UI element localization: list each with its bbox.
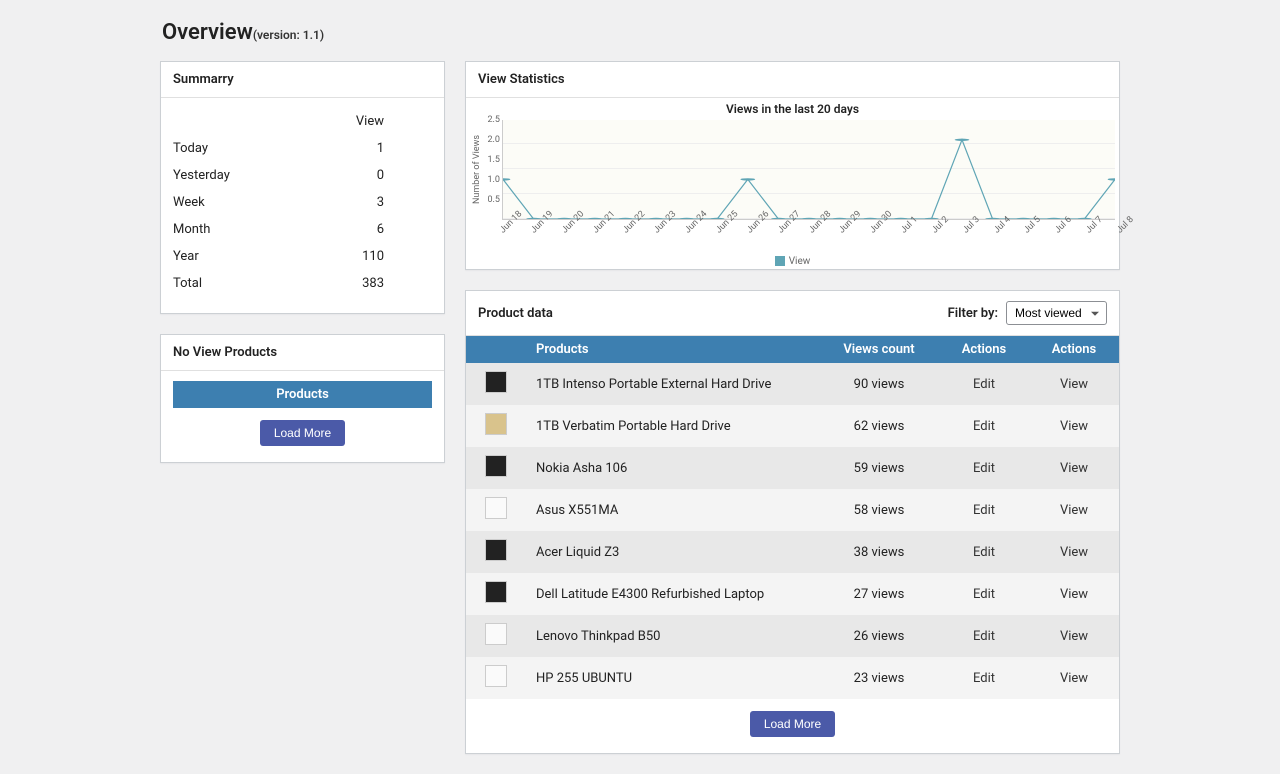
product-views: 23 views bbox=[819, 657, 939, 699]
summary-row: Month6 bbox=[173, 216, 432, 243]
edit-link[interactable]: Edit bbox=[973, 545, 995, 560]
product-name: 1TB Verbatim Portable Hard Drive bbox=[526, 405, 819, 447]
product-views: 38 views bbox=[819, 531, 939, 573]
edit-link[interactable]: Edit bbox=[973, 587, 995, 602]
legend-swatch bbox=[775, 256, 785, 266]
legend-label: View bbox=[789, 256, 811, 267]
summary-row: Total383 bbox=[173, 270, 432, 297]
summary-table: View Today1Yesterday0Week3Month6Year110T… bbox=[173, 108, 432, 297]
summary-row: Year110 bbox=[173, 243, 432, 270]
view-link[interactable]: View bbox=[1060, 545, 1088, 560]
chart-xaxis: Jun 18Jun 19Jun 20Jun 21Jun 22Jun 23Jun … bbox=[498, 220, 1115, 250]
product-views: 62 views bbox=[819, 405, 939, 447]
product-name: Dell Latitude E4300 Refurbished Laptop bbox=[526, 573, 819, 615]
summary-row: Today1 bbox=[173, 135, 432, 162]
view-link[interactable]: View bbox=[1060, 503, 1088, 518]
edit-link[interactable]: Edit bbox=[973, 629, 995, 644]
product-name: Lenovo Thinkpad B50 bbox=[526, 615, 819, 657]
product-thumb bbox=[485, 455, 507, 477]
summary-row-value: 110 bbox=[294, 243, 432, 270]
version-text: (version: 1.1) bbox=[253, 28, 324, 42]
edit-link[interactable]: Edit bbox=[973, 503, 995, 518]
col-views: Views count bbox=[819, 336, 939, 363]
col-actions-view: Actions bbox=[1029, 336, 1119, 363]
table-row: 1TB Intenso Portable External Hard Drive… bbox=[466, 363, 1119, 405]
product-name: Nokia Asha 106 bbox=[526, 447, 819, 489]
summary-header: Summarry bbox=[161, 62, 444, 98]
product-thumb bbox=[485, 581, 507, 603]
table-row: 1TB Verbatim Portable Hard Drive62 views… bbox=[466, 405, 1119, 447]
view-link[interactable]: View bbox=[1060, 377, 1088, 392]
product-views: 27 views bbox=[819, 573, 939, 615]
page-title: Overview(version: 1.1) bbox=[160, 20, 1120, 45]
summary-row: Week3 bbox=[173, 189, 432, 216]
product-table: Products Views count Actions Actions 1TB… bbox=[466, 336, 1119, 699]
edit-link[interactable]: Edit bbox=[973, 461, 995, 476]
summary-row-value: 3 bbox=[294, 189, 432, 216]
product-views: 26 views bbox=[819, 615, 939, 657]
edit-link[interactable]: Edit bbox=[973, 671, 995, 686]
stats-card: View Statistics Views in the last 20 day… bbox=[465, 61, 1120, 270]
chart-ylabel: Number of Views bbox=[470, 120, 484, 220]
summary-row-label: Today bbox=[173, 135, 294, 162]
table-row: Lenovo Thinkpad B5026 views Edit View bbox=[466, 615, 1119, 657]
view-link[interactable]: View bbox=[1060, 587, 1088, 602]
table-row: Asus X551MA58 views Edit View bbox=[466, 489, 1119, 531]
summary-row-label: Week bbox=[173, 189, 294, 216]
summary-row-value: 6 bbox=[294, 216, 432, 243]
no-view-col: Products bbox=[173, 381, 432, 408]
filter-label: Filter by: bbox=[948, 306, 998, 321]
summary-row-label: Month bbox=[173, 216, 294, 243]
product-thumb bbox=[485, 665, 507, 687]
summary-row-value: 0 bbox=[294, 162, 432, 189]
summary-row-label: Total bbox=[173, 270, 294, 297]
col-products: Products bbox=[526, 336, 819, 363]
summary-row-label: Yesterday bbox=[173, 162, 294, 189]
product-name: HP 255 UBUNTU bbox=[526, 657, 819, 699]
summary-row-label: Year bbox=[173, 243, 294, 270]
product-views: 58 views bbox=[819, 489, 939, 531]
product-thumb bbox=[485, 413, 507, 435]
product-card: Product data Filter by: Most viewed bbox=[465, 290, 1120, 754]
product-thumb bbox=[485, 497, 507, 519]
product-thumb bbox=[485, 623, 507, 645]
filter-select[interactable]: Most viewed bbox=[1006, 301, 1107, 325]
summary-row-value: 1 bbox=[294, 135, 432, 162]
product-header: Product data bbox=[478, 306, 553, 321]
title-text: Overview bbox=[162, 20, 253, 45]
view-link[interactable]: View bbox=[1060, 419, 1088, 434]
no-view-load-more-button[interactable]: Load More bbox=[260, 420, 345, 446]
edit-link[interactable]: Edit bbox=[973, 419, 995, 434]
product-thumb bbox=[485, 371, 507, 393]
view-link[interactable]: View bbox=[1060, 461, 1088, 476]
col-actions-edit: Actions bbox=[939, 336, 1029, 363]
table-row: Nokia Asha 10659 views Edit View bbox=[466, 447, 1119, 489]
product-name: Asus X551MA bbox=[526, 489, 819, 531]
product-load-more-button[interactable]: Load More bbox=[750, 711, 835, 737]
chart-title: Views in the last 20 days bbox=[470, 102, 1115, 116]
summary-card: Summarry View Today1Yesterday0Week3Month… bbox=[160, 61, 445, 314]
no-view-header: No View Products bbox=[161, 335, 444, 371]
chart-plot bbox=[502, 120, 1115, 220]
product-name: Acer Liquid Z3 bbox=[526, 531, 819, 573]
table-row: Acer Liquid Z338 views Edit View bbox=[466, 531, 1119, 573]
summary-row-value: 383 bbox=[294, 270, 432, 297]
edit-link[interactable]: Edit bbox=[973, 377, 995, 392]
summary-row: Yesterday0 bbox=[173, 162, 432, 189]
product-thumb bbox=[485, 539, 507, 561]
view-link[interactable]: View bbox=[1060, 629, 1088, 644]
product-views: 90 views bbox=[819, 363, 939, 405]
view-link[interactable]: View bbox=[1060, 671, 1088, 686]
chart-yaxis: 0.51.01.52.02.5 bbox=[484, 120, 502, 220]
stats-header: View Statistics bbox=[466, 62, 1119, 98]
no-view-card: No View Products Products Load More bbox=[160, 334, 445, 463]
chart-legend: View bbox=[470, 250, 1115, 267]
summary-col-view: View bbox=[294, 108, 432, 135]
product-name: 1TB Intenso Portable External Hard Drive bbox=[526, 363, 819, 405]
table-row: Dell Latitude E4300 Refurbished Laptop27… bbox=[466, 573, 1119, 615]
table-row: HP 255 UBUNTU23 views Edit View bbox=[466, 657, 1119, 699]
product-views: 59 views bbox=[819, 447, 939, 489]
